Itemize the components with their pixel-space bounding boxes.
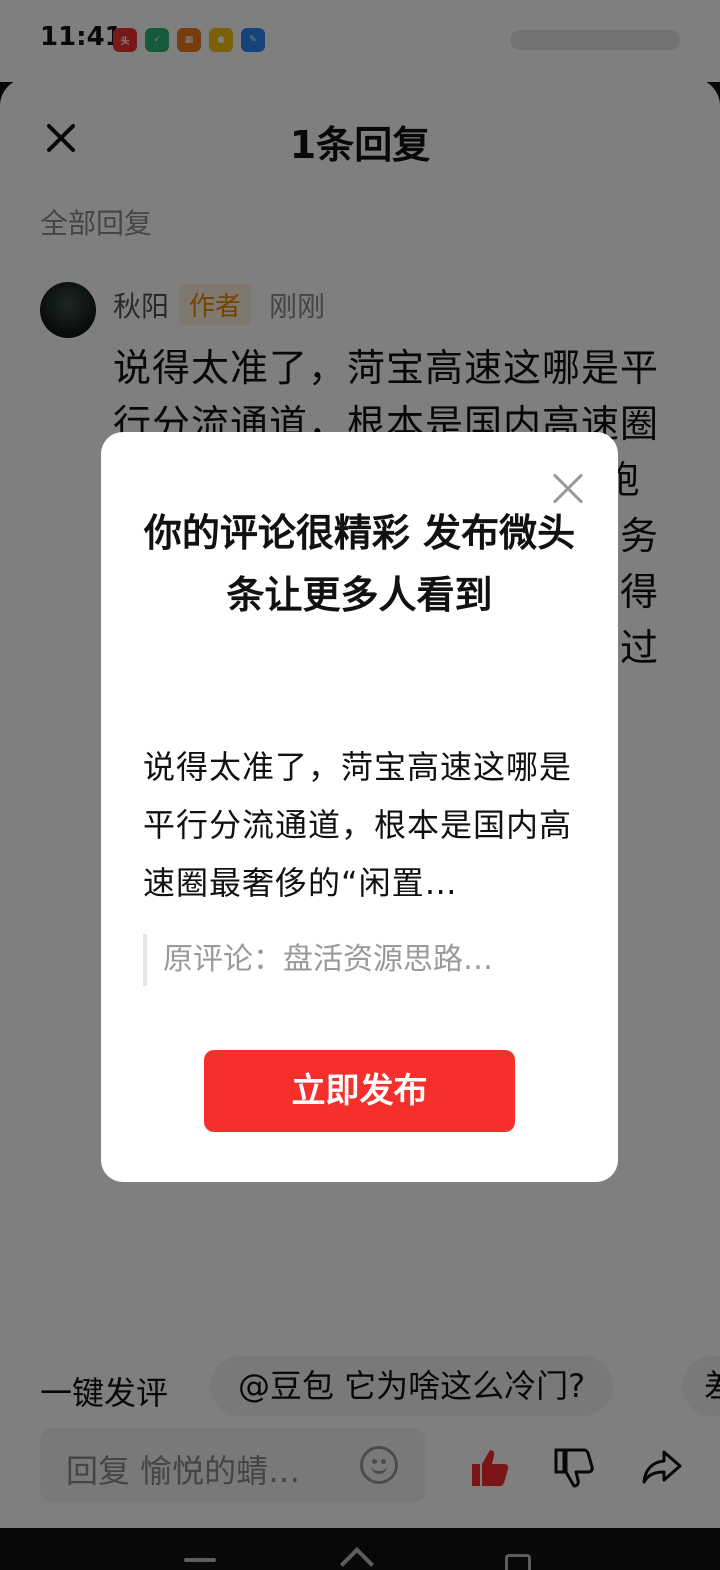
close-icon[interactable] xyxy=(548,472,582,506)
publish-dialog: 你的评论很精彩 发布微头条让更多人看到 说得太准了，菏宝高速这哪是平行分流通道，… xyxy=(101,432,618,1182)
dialog-title: 你的评论很精彩 发布微头条让更多人看到 xyxy=(143,511,576,617)
comment-excerpt: 说得太准了，菏宝高速这哪是平行分流通道，根本是国内高速圈最奢侈的“闲置… xyxy=(143,748,573,902)
publish-button[interactable]: 立即发布 xyxy=(204,1050,515,1132)
original-comment-quote: 原评论：盘活资源思路… xyxy=(143,934,583,986)
